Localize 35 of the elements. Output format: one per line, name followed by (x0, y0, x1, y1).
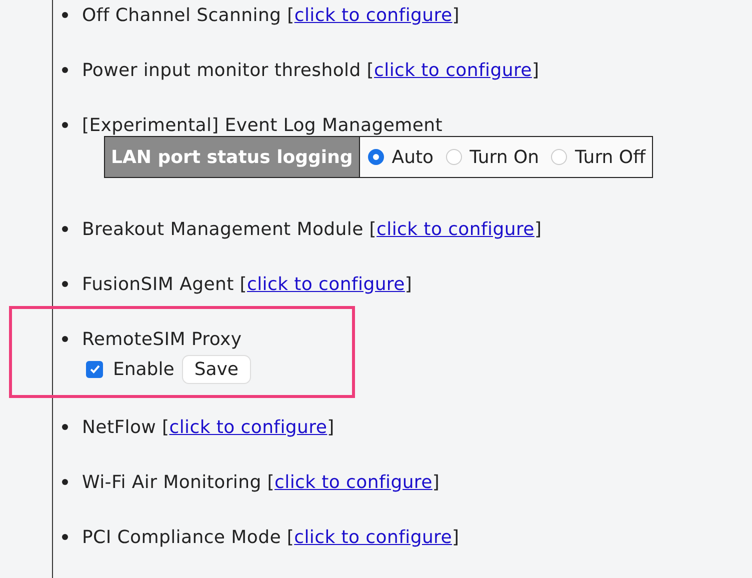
bullet-icon (62, 67, 68, 73)
setting-label: RemoteSIM Proxy (82, 328, 242, 350)
radio-button[interactable] (551, 149, 568, 165)
radio-label: Turn On (470, 146, 540, 168)
checkbox[interactable] (86, 360, 103, 378)
setting-label: PCI Compliance Mode [click to configure] (82, 526, 460, 548)
configure-link[interactable]: click to configure (294, 526, 452, 548)
save-button[interactable]: Save (182, 354, 250, 384)
bullet-icon (62, 226, 68, 232)
radio-label: Auto (392, 146, 434, 168)
setting-label: Breakout Management Module [click to configure] (82, 218, 542, 240)
bullet-icon (62, 281, 68, 287)
table-header: LAN port status logging (105, 137, 360, 177)
bullet-icon (62, 424, 68, 430)
radio-button[interactable] (368, 149, 384, 165)
checkbox-label: Enable (113, 358, 174, 380)
bullet-icon (62, 122, 68, 128)
configure-link[interactable]: click to configure (376, 218, 534, 240)
setting-label: Power input monitor threshold [click to configure] (82, 60, 540, 80)
configure-link[interactable]: click to configure (374, 60, 532, 80)
configure-link[interactable]: click to configure (247, 274, 405, 294)
setting-label: NetFlow [click to configure] (82, 416, 334, 438)
setting-label: Wi-Fi Air Monitoring [click to configure] (82, 472, 440, 492)
configure-link[interactable]: click to configure (274, 472, 432, 492)
bullet-icon (62, 534, 68, 540)
radio-label: Turn Off (575, 146, 646, 168)
setting-label: FusionSIM Agent [click to configure] (82, 274, 412, 294)
setting-label: [Experimental] Event Log Management (82, 114, 443, 136)
configure-link[interactable]: click to configure (294, 4, 452, 26)
bullet-icon (62, 336, 68, 342)
setting-label: Off Channel Scanning [click to configure] (82, 4, 460, 26)
bullet-icon (62, 479, 68, 485)
radio-button[interactable] (446, 149, 462, 165)
bullet-icon (62, 12, 68, 18)
configure-link[interactable]: click to configure (169, 416, 328, 438)
